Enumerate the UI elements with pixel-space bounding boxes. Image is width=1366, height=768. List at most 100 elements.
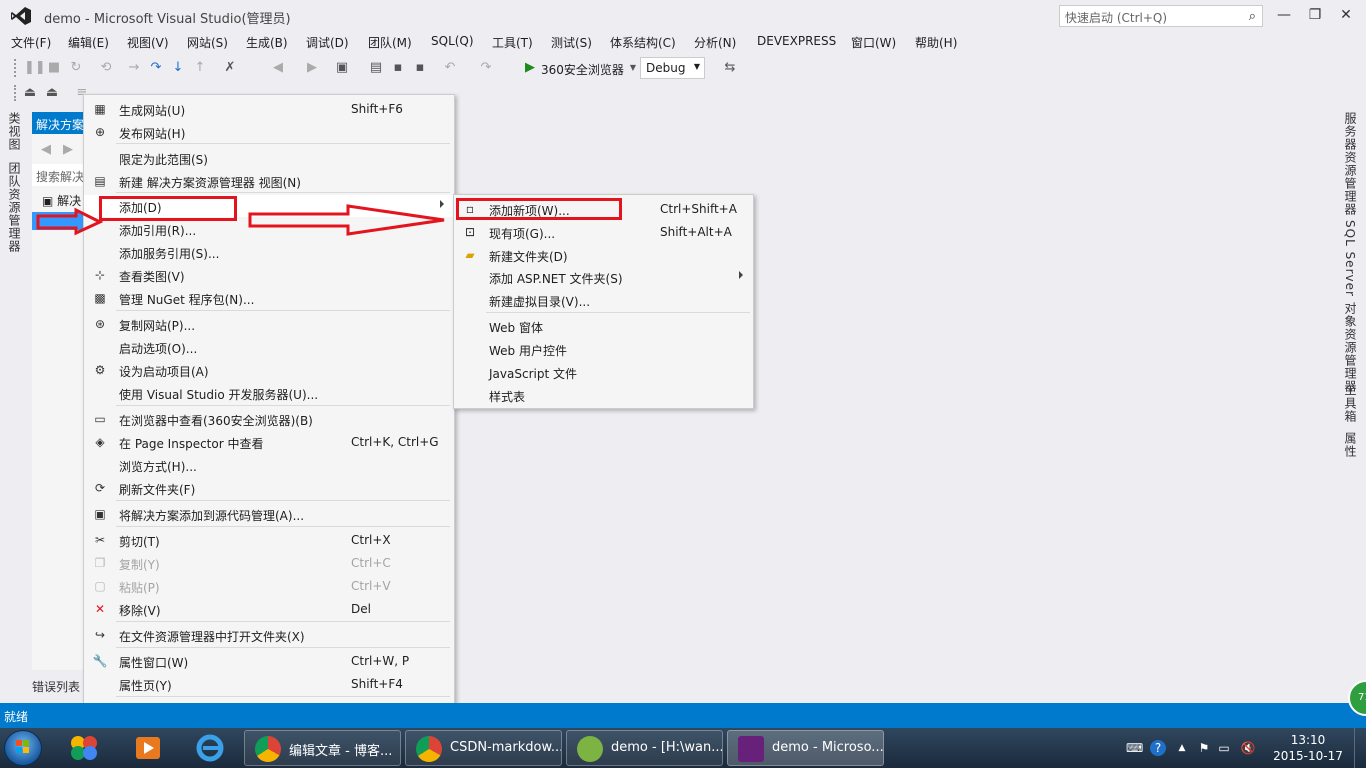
context-menu-item[interactable]: ▭ 在浏览器中查看(360安全浏览器)(B) bbox=[84, 408, 454, 430]
toolbar-grip[interactable] bbox=[14, 59, 17, 77]
menu-analyze[interactable]: 分析(N) bbox=[694, 34, 736, 51]
tab-sql-server-explorer[interactable]: SQL Server 对象资源管理器 bbox=[1342, 220, 1359, 393]
menu-team[interactable]: 团队(M) bbox=[368, 34, 412, 51]
context-menu-item[interactable]: ▩ 管理 NuGet 程序包(N)... bbox=[84, 287, 454, 309]
task-chrome-blog[interactable]: 编辑文章 - 博客... bbox=[244, 730, 401, 766]
submenu-item[interactable]: Web 用户控件 bbox=[454, 338, 753, 360]
context-menu-item[interactable]: ▦ 生成网站(U) Shift+F6 bbox=[84, 98, 454, 120]
navigate-back-icon[interactable]: ◀ bbox=[270, 60, 286, 76]
close-button[interactable]: ✕ bbox=[1334, 4, 1358, 26]
tab-server-explorer[interactable]: 服务器资源管理器 bbox=[1342, 112, 1359, 216]
task-android-studio[interactable]: demo - [H:\wan... bbox=[566, 730, 723, 766]
browser-link-icon[interactable]: ⇆ bbox=[722, 60, 738, 76]
menu-view[interactable]: 视图(V) bbox=[127, 34, 169, 51]
context-menu-item[interactable]: ⊛ 复制网站(P)... bbox=[84, 313, 454, 335]
context-menu-item[interactable]: ✂ 剪切(T) Ctrl+X bbox=[84, 529, 454, 551]
menu-tools[interactable]: 工具(T) bbox=[492, 34, 533, 51]
minimize-button[interactable]: — bbox=[1272, 4, 1296, 26]
submenu-item[interactable]: 添加 ASP.NET 文件夹(S) bbox=[454, 266, 753, 288]
tab-toolbox[interactable]: 工具箱 bbox=[1342, 384, 1359, 423]
step-into-icon[interactable]: ↓ bbox=[170, 60, 186, 76]
pinned-ie[interactable] bbox=[184, 731, 236, 765]
context-menu-item[interactable]: ⚙ 设为启动项目(A) bbox=[84, 359, 454, 381]
context-menu-item[interactable]: ↪ 在文件资源管理器中打开文件夹(X) bbox=[84, 624, 454, 646]
context-menu-item[interactable]: 添加服务引用(S)... bbox=[84, 241, 454, 263]
start-debugging-icon[interactable]: ▶ bbox=[522, 60, 538, 76]
menu-file[interactable]: 文件(F) bbox=[11, 34, 51, 51]
solution-search-input[interactable]: 搜索解决 bbox=[32, 164, 88, 186]
task-chrome-csdn[interactable]: CSDN-markdow... bbox=[405, 730, 562, 766]
show-hidden-icons-icon[interactable]: ▲ bbox=[1174, 740, 1190, 756]
context-menu-item[interactable]: ▢ 粘贴(P) Ctrl+V bbox=[84, 575, 454, 597]
chevron-down-icon[interactable]: ▼ bbox=[625, 60, 641, 76]
exception-icon[interactable]: ✗ bbox=[222, 60, 238, 76]
menu-sql[interactable]: SQL(Q) bbox=[431, 34, 474, 48]
tab-class-view[interactable]: 类视图 bbox=[6, 112, 23, 151]
tab-team-explorer[interactable]: 团队资源管理器 bbox=[6, 162, 23, 253]
menu-architecture[interactable]: 体系结构(C) bbox=[610, 34, 676, 51]
step-over-icon[interactable]: ↷ bbox=[148, 60, 164, 76]
context-menu-item[interactable]: 使用 Visual Studio 开发服务器(U)... bbox=[84, 382, 454, 404]
undo-icon[interactable]: ↶ bbox=[442, 60, 458, 76]
navigate-forward-icon[interactable]: ▶ bbox=[304, 60, 320, 76]
menu-help[interactable]: 帮助(H) bbox=[915, 34, 957, 51]
solution-explorer-title[interactable]: 解决方案 bbox=[32, 112, 88, 134]
restore-button[interactable]: ❐ bbox=[1303, 4, 1327, 26]
run-target-label[interactable]: 360安全浏览器 bbox=[541, 61, 624, 78]
menu-website[interactable]: 网站(S) bbox=[187, 34, 228, 51]
step-next-icon[interactable]: → bbox=[126, 60, 142, 76]
submenu-item[interactable]: 新建虚拟目录(V)... bbox=[454, 289, 753, 311]
pause-icon[interactable]: ❚❚ bbox=[24, 60, 46, 76]
submenu-item[interactable]: JavaScript 文件 bbox=[454, 361, 753, 383]
submenu-item[interactable]: 样式表 bbox=[454, 384, 753, 406]
restart-icon[interactable]: ↻ bbox=[68, 60, 84, 76]
volume-muted-icon[interactable]: 🔇 bbox=[1240, 740, 1256, 756]
forward-icon[interactable]: ▶ bbox=[60, 142, 76, 158]
help-icon[interactable]: ? bbox=[1150, 740, 1166, 756]
show-desktop-button[interactable] bbox=[1354, 728, 1366, 768]
menu-edit[interactable]: 编辑(E) bbox=[68, 34, 109, 51]
context-menu-item[interactable]: ⊕ 发布网站(H) bbox=[84, 121, 454, 143]
context-menu-item[interactable]: ▤ 新建 解决方案资源管理器 视图(N) bbox=[84, 170, 454, 192]
tab-properties[interactable]: 属性 bbox=[1342, 432, 1359, 458]
menu-build[interactable]: 生成(B) bbox=[246, 34, 288, 51]
context-menu-item[interactable]: ⊹ 查看类图(V) bbox=[84, 264, 454, 286]
toolbar-grip[interactable] bbox=[14, 85, 17, 101]
submenu-item[interactable]: ⊡ 现有项(G)... Shift+Alt+A bbox=[454, 221, 753, 243]
error-list-tab[interactable]: 错误列表 bbox=[32, 678, 80, 695]
menu-debug[interactable]: 调试(D) bbox=[306, 34, 349, 51]
save-icon[interactable]: ▪ bbox=[390, 60, 406, 76]
publish-web-icon[interactable]: ⏏ bbox=[22, 85, 38, 101]
menu-window[interactable]: 窗口(W) bbox=[851, 34, 896, 51]
context-menu-item[interactable]: 启动选项(O)... bbox=[84, 336, 454, 358]
context-menu-item[interactable]: ✕ 移除(V) Del bbox=[84, 598, 454, 620]
quick-launch-input[interactable]: 快速启动 (Ctrl+Q) ⌕ bbox=[1059, 5, 1263, 27]
open-file-icon[interactable]: ▤ bbox=[368, 60, 384, 76]
task-visual-studio[interactable]: demo - Microso... bbox=[727, 730, 884, 766]
submenu-item[interactable]: ▰ 新建文件夹(D) bbox=[454, 244, 753, 266]
stop-icon[interactable]: ■ bbox=[46, 60, 62, 76]
context-menu-item[interactable]: 属性页(Y) Shift+F4 bbox=[84, 673, 454, 695]
redo-icon[interactable]: ↷ bbox=[478, 60, 494, 76]
context-menu-item[interactable]: 🔧 属性窗口(W) Ctrl+W, P bbox=[84, 650, 454, 672]
context-menu-item[interactable]: ◈ 在 Page Inspector 中查看 Ctrl+K, Ctrl+G bbox=[84, 431, 454, 453]
context-menu-item[interactable]: 限定为此范围(S) bbox=[84, 147, 454, 169]
back-icon[interactable]: ◀ bbox=[38, 142, 54, 158]
context-menu-item[interactable]: ▣ 将解决方案添加到源代码管理(A)... bbox=[84, 503, 454, 525]
context-menu-item[interactable]: 浏览方式(H)... bbox=[84, 454, 454, 476]
solution-config-select[interactable]: Debug ▼ bbox=[640, 57, 705, 79]
new-project-icon[interactable]: ▣ bbox=[334, 60, 350, 76]
context-menu-item[interactable]: ⟳ 刷新文件夹(F) bbox=[84, 477, 454, 499]
menu-test[interactable]: 测试(S) bbox=[551, 34, 592, 51]
attach-icon[interactable]: ⟲ bbox=[98, 60, 114, 76]
context-menu-item[interactable]: ❐ 复制(Y) Ctrl+C bbox=[84, 552, 454, 574]
step-out-icon[interactable]: ↑ bbox=[192, 60, 208, 76]
submenu-item[interactable]: Web 窗体 bbox=[454, 315, 753, 337]
keyboard-icon[interactable]: ⌨ bbox=[1126, 740, 1143, 756]
publish-settings-icon[interactable]: ⏏ bbox=[44, 85, 60, 101]
save-all-icon[interactable]: ▪ bbox=[412, 60, 428, 76]
menu-devexpress[interactable]: DEVEXPRESS bbox=[757, 34, 836, 48]
pinned-app-icon[interactable] bbox=[58, 731, 110, 765]
network-icon[interactable]: ▭ bbox=[1216, 740, 1232, 756]
pinned-media-player[interactable] bbox=[122, 731, 174, 765]
